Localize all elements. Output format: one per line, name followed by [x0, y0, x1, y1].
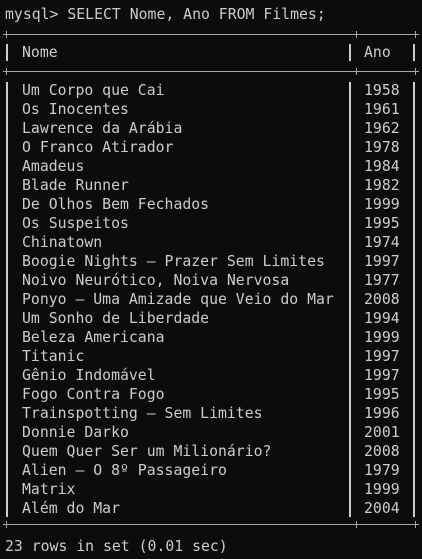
cell-ano: 1995: [364, 215, 400, 232]
cell-nome: Além do Mar: [22, 500, 120, 517]
cell-nome: Chinatown: [22, 234, 103, 251]
cell-nome: Blade Runner: [22, 177, 129, 194]
cell-ano: 1978: [364, 139, 400, 156]
cell-nome: Donnie Darko: [22, 424, 129, 441]
cell-nome: De Olhos Bem Fechados: [22, 196, 210, 213]
table-column-separator: [413, 82, 415, 517]
table-corner: [412, 521, 419, 528]
cell-nome: Boogie Nights – Prazer Sem Limites: [22, 253, 325, 270]
cell-ano: 1977: [364, 272, 400, 289]
cell-ano: 1974: [364, 234, 400, 251]
cell-nome: Lawrence da Arábia: [22, 120, 183, 137]
command-line: mysql> SELECT Nome, Ano FROM Filmes;: [5, 5, 326, 24]
cell-nome: Os Inocentes: [22, 101, 129, 118]
cell-ano: 1999: [364, 481, 400, 498]
table-column-separator: [413, 44, 415, 61]
cell-ano: 1995: [364, 386, 400, 403]
table-column-separator: [6, 44, 8, 61]
cell-ano: 1999: [364, 196, 400, 213]
cell-ano: 1996: [364, 405, 400, 422]
cell-nome: Noivo Neurótico, Noiva Nervosa: [22, 272, 290, 289]
cell-ano: 1982: [364, 177, 400, 194]
table-corner: [412, 31, 419, 38]
column-header-ano: Ano: [364, 44, 391, 61]
cell-nome: Fogo Contra Fogo: [22, 386, 165, 403]
cell-ano: 1979: [364, 462, 400, 479]
cell-ano: 1958: [364, 82, 400, 99]
cell-nome: Amadeus: [22, 158, 85, 175]
cell-nome: Beleza Americana: [22, 329, 165, 346]
terminal-window[interactable]: mysql> SELECT Nome, Ano FROM Filmes; Nom…: [0, 0, 422, 559]
cell-nome: Ponyo – Uma Amizade que Veio do Mar: [22, 291, 334, 308]
cell-ano: 2001: [364, 424, 400, 441]
cell-nome: Gênio Indomável: [22, 367, 156, 384]
cell-nome: O Franco Atirador: [22, 139, 174, 156]
cell-nome: Um Sonho de Liberdade: [22, 310, 210, 327]
cell-nome: Titanic: [22, 348, 85, 365]
cell-nome: Um Corpo que Cai: [22, 82, 165, 99]
cell-ano: 1962: [364, 120, 400, 137]
cell-ano: 1961: [364, 101, 400, 118]
table-corner: [353, 31, 360, 38]
cell-ano: 2004: [364, 500, 400, 517]
table-column-separator: [6, 82, 8, 517]
cell-ano: 1994: [364, 310, 400, 327]
cell-ano: 2008: [364, 443, 400, 460]
cell-ano: 1999: [364, 329, 400, 346]
table-corner: [353, 521, 360, 528]
cell-nome: Alien – O 8º Passageiro: [22, 462, 227, 479]
cell-ano: 2008: [364, 291, 400, 308]
cell-nome: Matrix: [22, 481, 76, 498]
cell-ano: 1997: [364, 367, 400, 384]
table-column-separator: [349, 44, 351, 61]
cell-ano: 1997: [364, 348, 400, 365]
result-summary: 23 rows in set (0.01 sec): [5, 538, 228, 555]
table-column-separator: [349, 82, 351, 517]
cell-nome: Trainspotting – Sem Limites: [22, 405, 263, 422]
table-corner: [3, 521, 10, 528]
table-corner: [3, 68, 10, 75]
table-corner: [353, 68, 360, 75]
cell-ano: 1984: [364, 158, 400, 175]
table-corner: [3, 31, 10, 38]
cell-nome: Os Suspeitos: [22, 215, 129, 232]
table-corner: [412, 68, 419, 75]
command-text: SELECT Nome, Ano FROM Filmes;: [67, 6, 326, 23]
prompt-text: mysql>: [5, 6, 68, 23]
cell-ano: 1997: [364, 253, 400, 270]
cell-nome: Quem Quer Ser um Milionário?: [22, 443, 272, 460]
column-header-nome: Nome: [22, 44, 58, 61]
